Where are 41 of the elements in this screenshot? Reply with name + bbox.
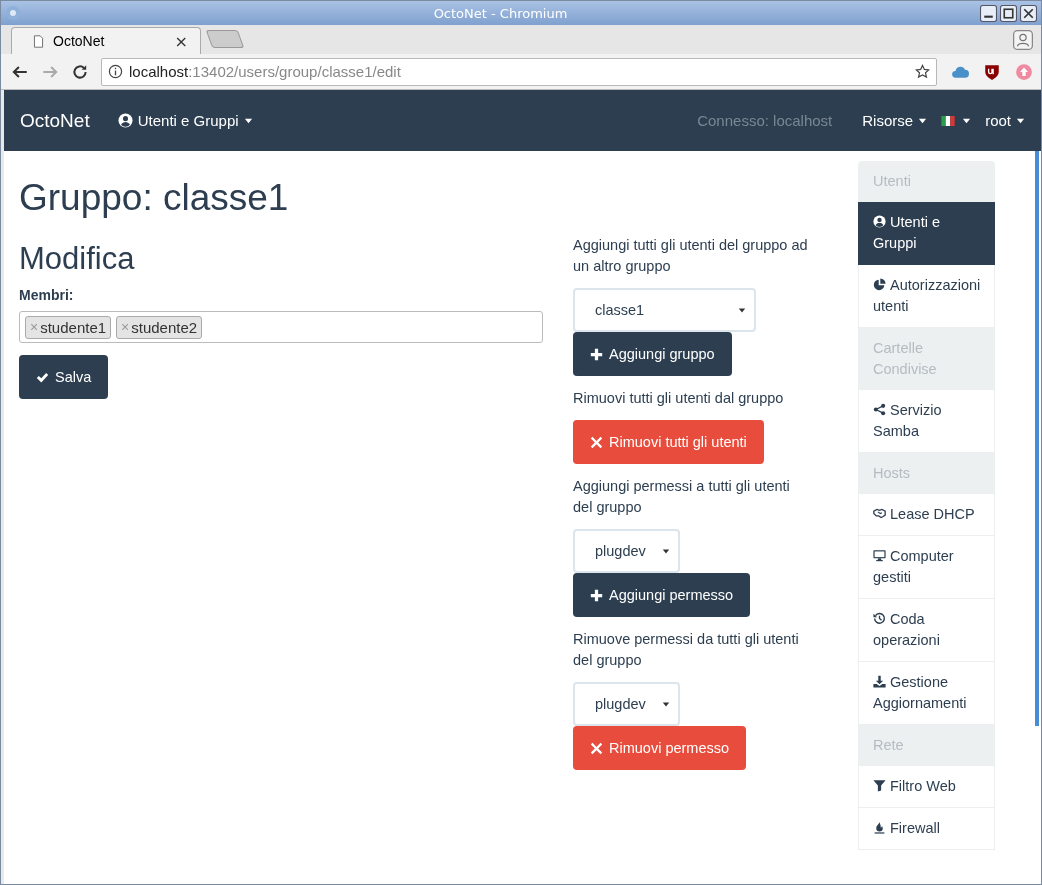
add-button[interactable]: Aggiungi gruppo <box>573 332 732 376</box>
page-title: Gruppo: classe1 <box>19 177 290 219</box>
url-text: localhost:13402/users/group/classe1/edit <box>129 63 401 80</box>
dropdown[interactable]: classe1 <box>573 288 756 332</box>
sidebar-item[interactable]: Computer gestiti <box>858 536 995 599</box>
window-title: OctoNet - Chromium <box>432 5 569 21</box>
sidebar-item[interactable]: Firewall <box>858 808 995 850</box>
sidebar-item[interactable]: Utenti e Gruppi <box>858 202 995 265</box>
add-button[interactable]: Aggiungi permesso <box>573 573 751 617</box>
sidebar-heading: Cartelle Condivise <box>858 328 995 390</box>
sidebar-heading: Rete <box>858 725 995 766</box>
tab-close-button[interactable]: × <box>174 31 188 51</box>
address-field[interactable]: localhost:13402/users/group/classe1/edit <box>101 57 937 86</box>
instruction-text: Aggiungi tutti gli utenti del gruppo ad un altro gruppo <box>573 236 809 276</box>
dropdown[interactable]: plugdev <box>573 529 680 573</box>
field-label: Membri: <box>19 287 75 303</box>
remove-button[interactable]: Rimuovi tutti gli utenti <box>573 420 764 464</box>
sidebar-item[interactable]: Autorizzazioni utenti <box>858 265 995 328</box>
nav-menu[interactable]: Utenti e Gruppi <box>117 112 253 129</box>
tab-title: OctoNet <box>53 33 106 49</box>
tag-label: studente2 <box>131 318 198 336</box>
tag-label: studente1 <box>40 318 107 336</box>
sidebar-item[interactable]: Gestione Aggiornamenti <box>858 662 995 725</box>
sidebar-heading: Utenti <box>858 161 995 202</box>
instruction-text: Rimuove permessi da tutti gli utenti del gruppo <box>573 630 800 670</box>
section-title: Modifica <box>19 241 136 277</box>
nav-menu[interactable]: root <box>985 112 1025 129</box>
nav-menu[interactable]: Risorse <box>862 112 928 129</box>
sidebar-heading: Hosts <box>858 453 995 494</box>
sidebar-item[interactable]: Servizio Samba <box>858 390 995 453</box>
instruction-text: Aggiungi permessi a tutti gli utenti del gruppo <box>573 477 791 517</box>
remove-button[interactable]: Rimuovi permesso <box>573 726 747 770</box>
connection-status: Connesso: localhost <box>697 112 833 129</box>
browser-tab[interactable]: OctoNet × <box>11 27 201 54</box>
sidebar-item[interactable]: Filtro Web <box>858 766 995 808</box>
sidebar-item[interactable]: Lease DHCP <box>858 494 995 536</box>
dropdown[interactable]: plugdev <box>573 682 680 726</box>
instruction-text: Rimuovi tutti gli utenti dal gruppo <box>573 389 784 408</box>
save-button[interactable]: Salva <box>19 355 109 399</box>
sidebar-item[interactable]: Coda operazioni <box>858 599 995 662</box>
brand-link[interactable]: OctoNet <box>20 109 90 132</box>
